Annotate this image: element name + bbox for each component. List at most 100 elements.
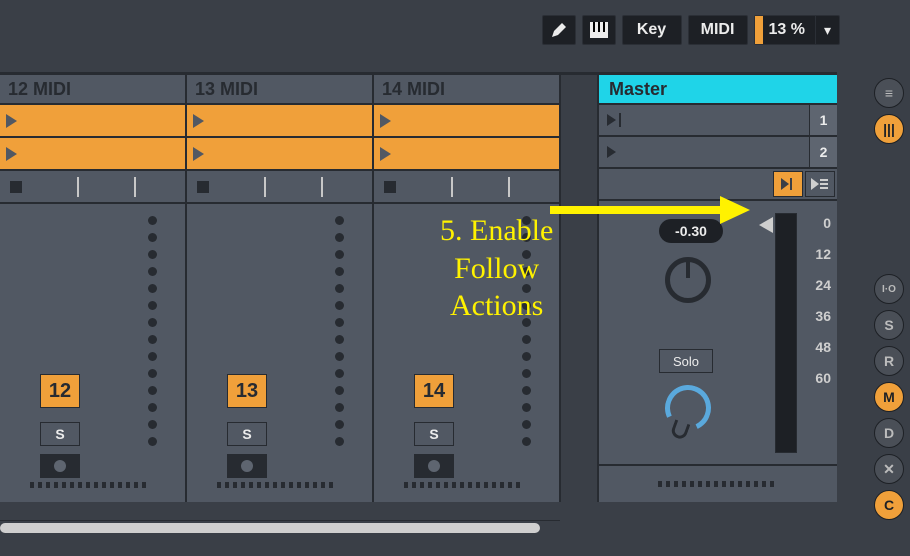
arm-button[interactable] bbox=[414, 454, 454, 478]
master-footer bbox=[599, 464, 837, 502]
master-meter bbox=[775, 213, 797, 453]
play-icon bbox=[193, 147, 204, 161]
scene-launch[interactable] bbox=[599, 137, 809, 167]
stop-icon bbox=[10, 181, 22, 193]
crossfade-toggle[interactable]: ✕ bbox=[874, 454, 904, 484]
track-header[interactable]: 13 MIDI bbox=[187, 75, 372, 105]
top-toolbar: Key MIDI 13 % ▾ bbox=[0, 0, 910, 60]
solo-button[interactable]: S bbox=[227, 422, 267, 446]
clip-slot[interactable] bbox=[0, 138, 185, 171]
midi-map-button[interactable]: MIDI bbox=[688, 15, 748, 45]
scroll-thumb[interactable] bbox=[0, 523, 540, 533]
db-label: 0 bbox=[823, 215, 831, 231]
record-icon bbox=[54, 460, 66, 472]
track-mixer: 13 S bbox=[187, 204, 372, 502]
send-knobs[interactable] bbox=[148, 216, 157, 446]
stop-icon bbox=[384, 181, 396, 193]
track-activator[interactable]: 14 bbox=[414, 374, 454, 408]
cpu-meter-dropdown[interactable]: ▾ bbox=[815, 16, 839, 44]
master-control-row bbox=[599, 169, 837, 201]
session-grid: 12 MIDI 12 S 13 MIDI bbox=[0, 72, 837, 502]
track-gap bbox=[561, 75, 597, 502]
db-label: 60 bbox=[815, 370, 831, 386]
cpu-meter[interactable]: 13 % ▾ bbox=[754, 15, 841, 45]
master-pan-knob[interactable] bbox=[665, 257, 711, 303]
cue-volume-knob[interactable] bbox=[659, 379, 718, 438]
clip-stop-row[interactable] bbox=[374, 171, 559, 204]
crossfade-assign[interactable] bbox=[30, 482, 150, 488]
play-icon bbox=[6, 114, 17, 128]
track-header[interactable]: 14 MIDI bbox=[374, 75, 559, 105]
db-label: 12 bbox=[815, 246, 831, 262]
scene-number[interactable]: 2 bbox=[809, 137, 837, 167]
master-mixer: -0.30 Solo 0 12 24 36 48 60 bbox=[599, 201, 837, 464]
tick-mark bbox=[508, 177, 510, 197]
master-track: Master 1 2 -0.30 Solo bbox=[597, 75, 837, 502]
cpu-meter-value: 13 % bbox=[769, 21, 815, 39]
horizontal-scrollbar[interactable] bbox=[0, 520, 560, 536]
master-volume-value[interactable]: -0.30 bbox=[659, 219, 723, 243]
db-label: 36 bbox=[815, 308, 831, 324]
tick-mark bbox=[77, 177, 79, 197]
sidebar-spacer bbox=[874, 150, 904, 268]
cue-solo-button[interactable]: Solo bbox=[659, 349, 713, 373]
solo-button[interactable]: S bbox=[40, 422, 80, 446]
back-to-arrangement-button[interactable] bbox=[805, 171, 835, 197]
play-icon bbox=[193, 114, 204, 128]
returns-toggle[interactable]: R bbox=[874, 346, 904, 376]
db-label: 24 bbox=[815, 277, 831, 293]
scene-row: 1 bbox=[599, 105, 837, 137]
record-icon bbox=[241, 460, 253, 472]
tick-mark bbox=[264, 177, 266, 197]
play-icon bbox=[6, 147, 17, 161]
track-mixer: 12 S bbox=[0, 204, 185, 502]
clip-slot[interactable] bbox=[187, 138, 372, 171]
clip-stop-row[interactable] bbox=[0, 171, 185, 204]
db-scale: 0 12 24 36 48 60 bbox=[815, 215, 831, 386]
send-knobs[interactable] bbox=[335, 216, 344, 446]
master-header[interactable]: Master bbox=[599, 75, 837, 105]
delay-toggle[interactable]: D bbox=[874, 418, 904, 448]
cpu-meter-bar bbox=[755, 16, 763, 44]
send-knobs[interactable] bbox=[522, 216, 531, 446]
volume-slider-handle[interactable] bbox=[759, 217, 773, 233]
tick-mark bbox=[451, 177, 453, 197]
scene-row: 2 bbox=[599, 137, 837, 169]
right-sidebar: ≡ ||| I·O S R M D ✕ C bbox=[874, 78, 904, 520]
track-activator[interactable]: 13 bbox=[227, 374, 267, 408]
arm-button[interactable] bbox=[40, 454, 80, 478]
track-mixer: 14 S bbox=[374, 204, 559, 502]
clip-slot[interactable] bbox=[187, 105, 372, 138]
clip-stop-row[interactable] bbox=[187, 171, 372, 204]
solo-button[interactable]: S bbox=[414, 422, 454, 446]
io-toggle[interactable]: I·O bbox=[874, 274, 904, 304]
scene-launch[interactable] bbox=[599, 105, 809, 135]
performance-toggle[interactable]: C bbox=[874, 490, 904, 520]
track-activator[interactable]: 12 bbox=[40, 374, 80, 408]
clip-slot[interactable] bbox=[374, 105, 559, 138]
track-header[interactable]: 12 MIDI bbox=[0, 75, 185, 105]
play-icon bbox=[380, 114, 391, 128]
piano-icon-button[interactable] bbox=[582, 15, 616, 45]
mixer-toggle[interactable]: M bbox=[874, 382, 904, 412]
record-icon bbox=[428, 460, 440, 472]
clip-slot[interactable] bbox=[0, 105, 185, 138]
db-label: 48 bbox=[815, 339, 831, 355]
follow-actions-button[interactable] bbox=[773, 171, 803, 197]
draw-mode-button[interactable] bbox=[542, 15, 576, 45]
play-icon bbox=[607, 146, 616, 158]
menu-icon[interactable]: ≡ bbox=[874, 78, 904, 108]
crossfade-assign[interactable] bbox=[217, 482, 337, 488]
crossfade-assign[interactable] bbox=[404, 482, 524, 488]
columns-icon[interactable]: ||| bbox=[874, 114, 904, 144]
sends-toggle[interactable]: S bbox=[874, 310, 904, 340]
play-icon bbox=[380, 147, 391, 161]
key-map-button[interactable]: Key bbox=[622, 15, 682, 45]
stop-icon bbox=[197, 181, 209, 193]
clip-slot[interactable] bbox=[374, 138, 559, 171]
crossfader[interactable] bbox=[658, 481, 778, 487]
scene-number[interactable]: 1 bbox=[809, 105, 837, 135]
track-col: 12 MIDI 12 S bbox=[0, 75, 187, 502]
tick-mark bbox=[134, 177, 136, 197]
arm-button[interactable] bbox=[227, 454, 267, 478]
